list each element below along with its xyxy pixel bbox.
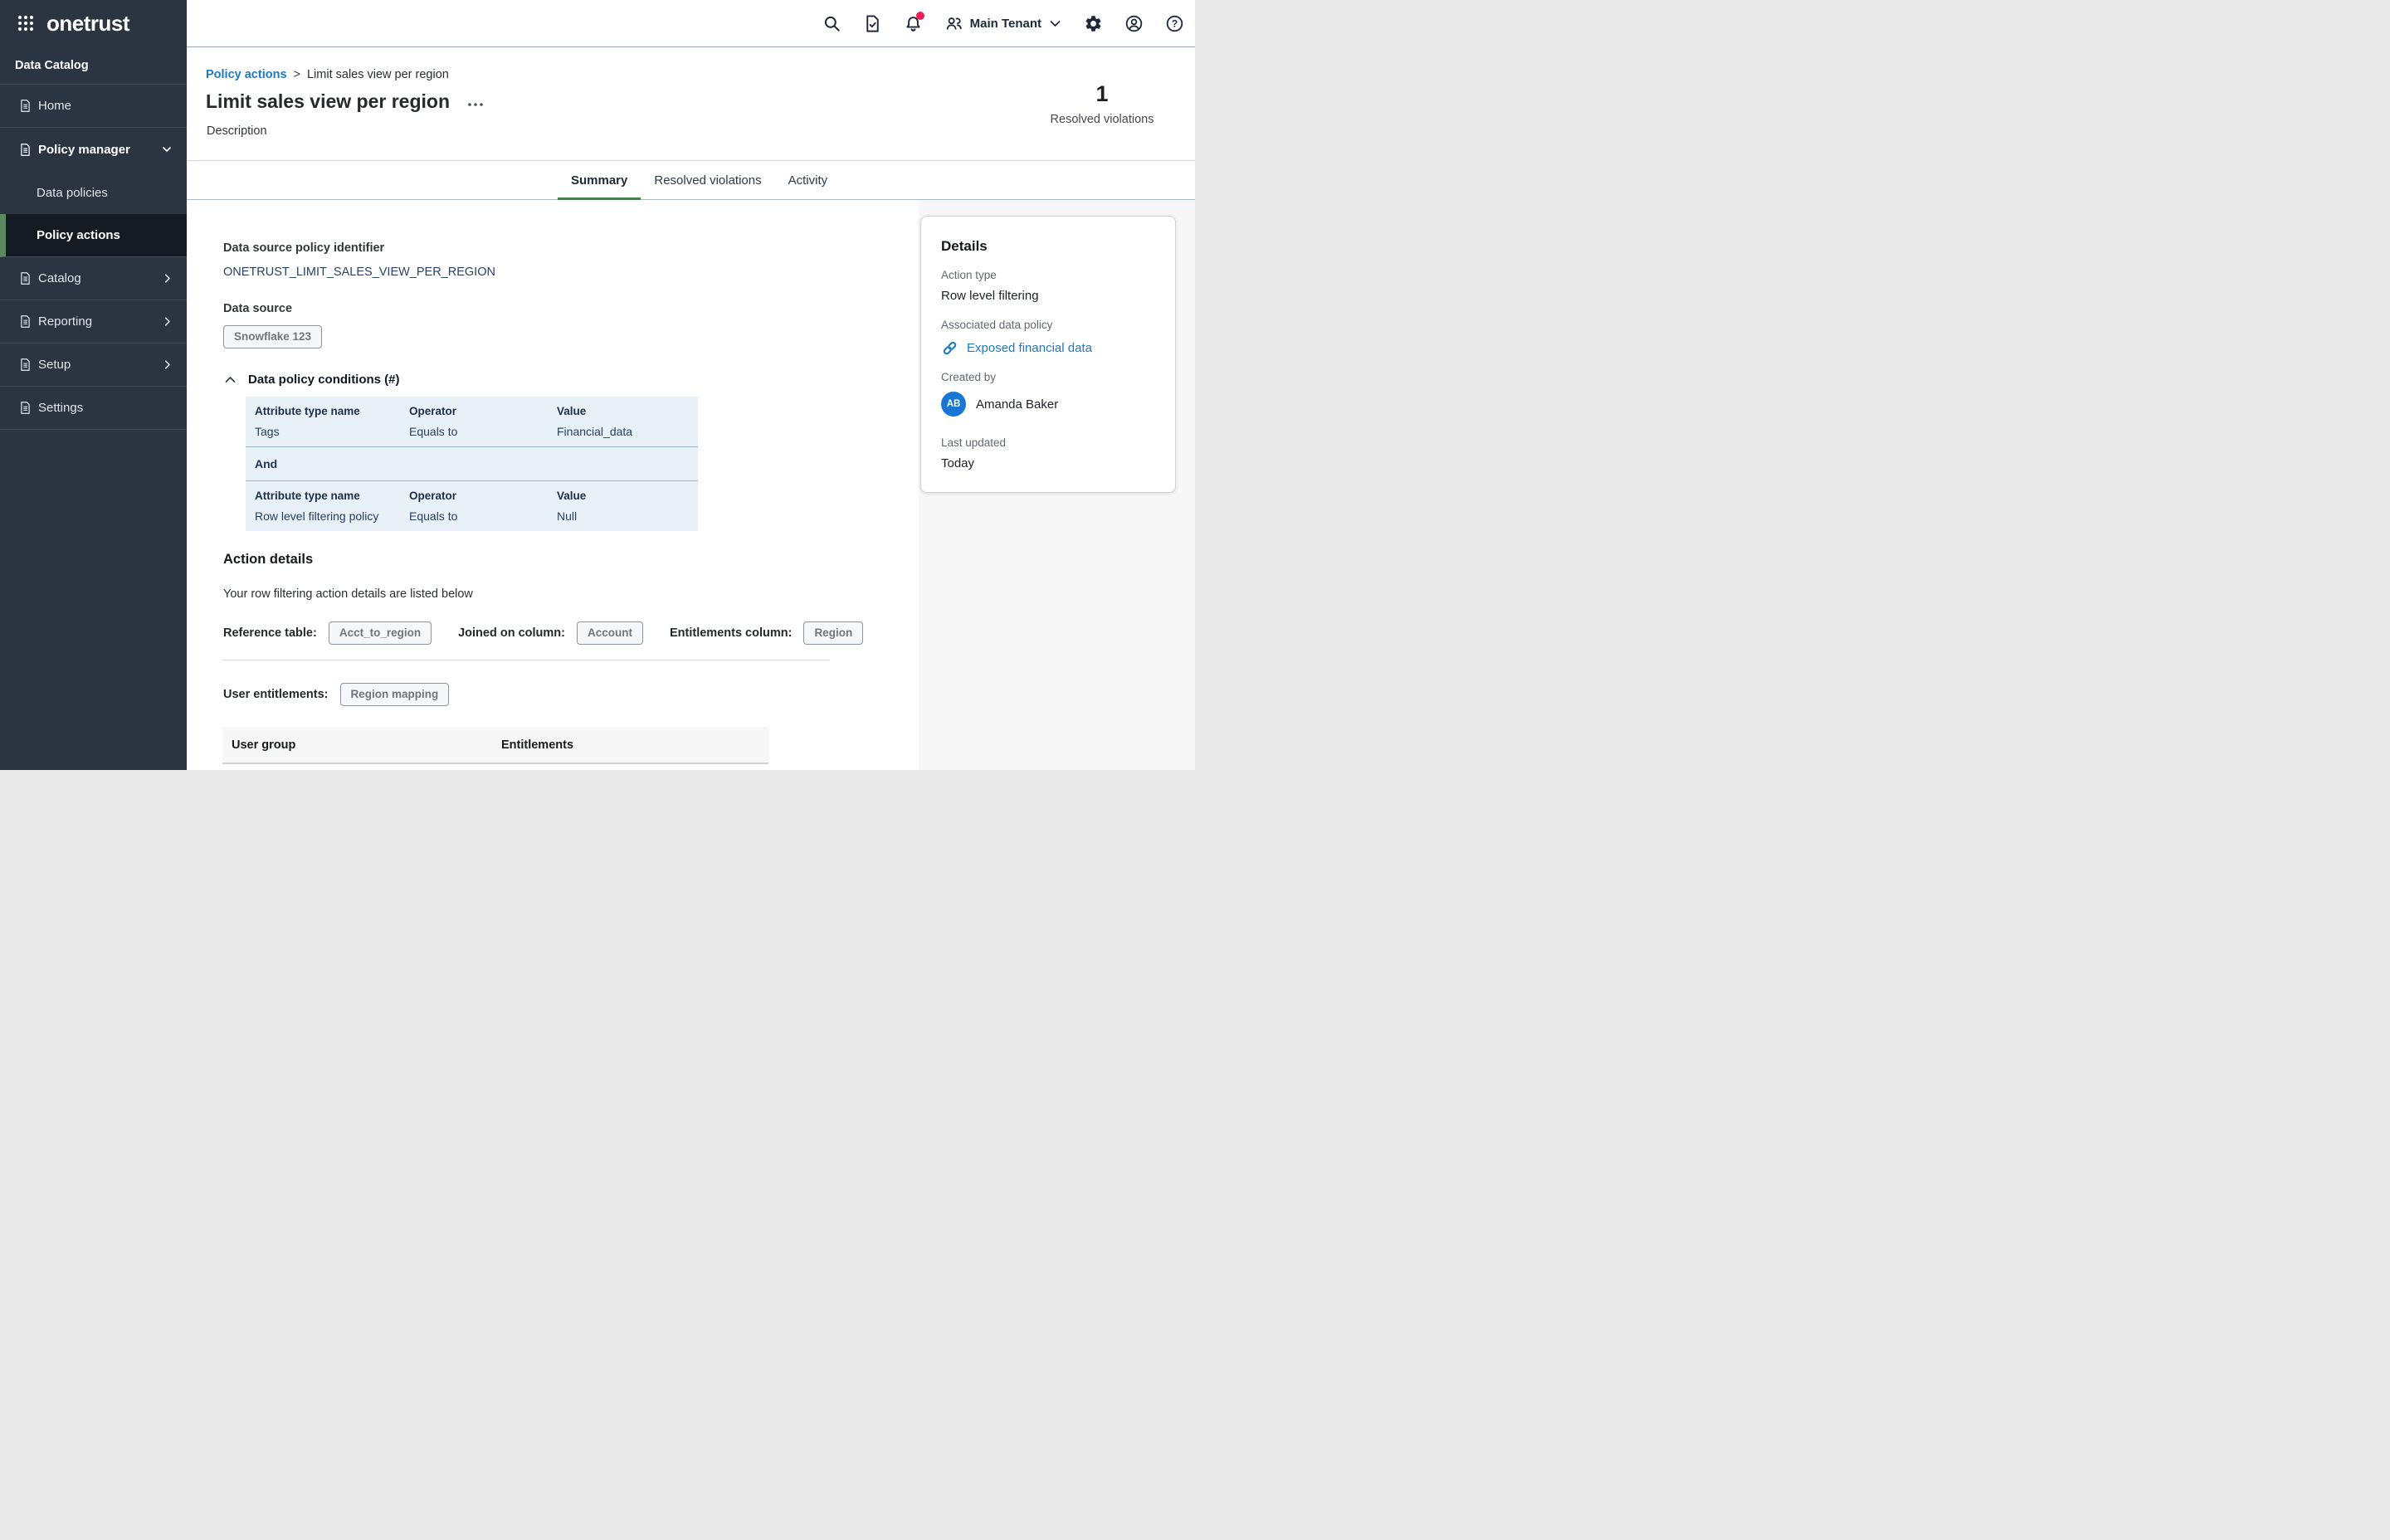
entitlements-column-header: Entitlements [501, 738, 768, 752]
tenant-label: Main Tenant [970, 17, 1041, 31]
sidebar-item-home[interactable]: Home [0, 85, 187, 128]
reference-table-label: Reference table: [223, 626, 317, 640]
chevron-right-icon [161, 272, 173, 285]
document-check-icon[interactable] [863, 14, 882, 33]
joined-on-column-label: Joined on column: [458, 626, 565, 640]
joined-on-column-chip: Account [577, 621, 643, 645]
last-updated-label: Last updated [941, 436, 1155, 451]
user-entitlements-chip: Region mapping [340, 683, 450, 706]
condition-row: Attribute type nameRow level filtering p… [246, 481, 698, 531]
conditions-collapse-icon[interactable] [223, 373, 237, 387]
summary-tab-content: Data source policy identifier ONETRUST_L… [187, 200, 919, 770]
chevron-right-icon [161, 358, 173, 371]
entitlements-column-label: Entitlements column: [670, 626, 792, 640]
description-label: Description [207, 124, 267, 138]
document-icon [18, 401, 32, 415]
condition-operator: Equals to [409, 423, 557, 440]
document-icon [18, 271, 32, 285]
chevron-down-icon [160, 143, 173, 156]
breadcrumb: Policy actions > Limit sales view per re… [206, 68, 449, 81]
onetrust-logo: onetrust [46, 11, 129, 37]
tab-bar: Summary Resolved violations Activity [187, 161, 1195, 200]
sidebar-item-policy-actions[interactable]: Policy actions [0, 214, 187, 257]
reference-table-chip: Acct_to_region [329, 621, 432, 645]
condition-conjunction: And [246, 447, 698, 480]
resolved-violations-count: 1 [1029, 80, 1175, 107]
users-icon [944, 14, 963, 33]
sidebar-item-policy-manager[interactable]: Policy manager [0, 128, 187, 171]
last-updated-value: Today [941, 456, 1155, 472]
created-by-label: Created by [941, 370, 1155, 385]
conditions-title: Data policy conditions (#) [248, 373, 400, 387]
entitlements-table-header: User group Entitlements [222, 727, 768, 764]
condition-value: Null [557, 508, 688, 524]
right-rail: Details Action type Row level filtering … [919, 200, 1195, 770]
app-window: onetrust Data Catalog Home Policy manage… [0, 0, 1195, 770]
sidebar-item-settings[interactable]: Settings [0, 387, 187, 430]
document-icon [18, 358, 32, 372]
condition-operator: Equals to [409, 508, 557, 524]
data-source-chip: Snowflake 123 [223, 325, 322, 348]
condition-attribute: Row level filtering policy [255, 508, 409, 524]
sidebar-item-data-policies[interactable]: Data policies [0, 171, 187, 214]
action-details-fields: Reference table: Acct_to_region Joined o… [223, 621, 919, 645]
product-title: Data Catalog [0, 46, 187, 85]
tab-summary[interactable]: Summary [558, 161, 641, 200]
breadcrumb-current: Limit sales view per region [307, 68, 449, 81]
sidebar-item-catalog[interactable]: Catalog [0, 257, 187, 300]
resolved-violations-summary: 1 Resolved violations [1029, 80, 1175, 126]
details-title: Details [941, 236, 1155, 256]
data-source-label: Data source [223, 300, 919, 317]
sidebar-item-setup[interactable]: Setup [0, 344, 187, 387]
identifier-label: Data source policy identifier [223, 240, 919, 256]
tab-activity[interactable]: Activity [775, 161, 841, 200]
title-more-menu-icon[interactable] [466, 96, 485, 108]
document-icon [18, 143, 32, 157]
topbar: Main Tenant ? [187, 0, 1195, 47]
tab-resolved-violations[interactable]: Resolved violations [641, 161, 774, 200]
search-icon[interactable] [822, 14, 841, 33]
app-launcher-grid-icon[interactable] [16, 13, 36, 33]
notifications-bell-icon[interactable] [904, 14, 923, 33]
condition-attribute: Tags [255, 423, 409, 440]
page-header: Policy actions > Limit sales view per re… [187, 47, 1195, 161]
account-icon[interactable] [1124, 14, 1144, 33]
conditions-table: Attribute type nameTags OperatorEquals t… [246, 397, 698, 531]
action-type-value: Row level filtering [941, 288, 1155, 305]
document-icon [18, 314, 32, 329]
identifier-value: ONETRUST_LIMIT_SALES_VIEW_PER_REGION [223, 264, 919, 280]
link-chain-icon [941, 339, 958, 357]
svg-text:?: ? [1172, 17, 1178, 29]
condition-value: Financial_data [557, 423, 688, 440]
settings-gear-icon[interactable] [1084, 14, 1103, 33]
help-icon[interactable]: ? [1165, 14, 1184, 33]
resolved-violations-label: Resolved violations [1029, 113, 1175, 126]
breadcrumb-separator: > [294, 68, 300, 81]
associated-policy-label: Associated data policy [941, 318, 1155, 333]
page-title: Limit sales view per region [206, 90, 450, 113]
sidebar-nav: Home Policy manager Data policies Policy… [0, 85, 187, 430]
condition-row: Attribute type nameTags OperatorEquals t… [246, 397, 698, 446]
user-entitlements-label: User entitlements: [223, 688, 329, 701]
document-icon [18, 99, 32, 113]
entitlements-column-chip: Region [803, 621, 863, 645]
created-by-name: Amanda Baker [976, 397, 1058, 412]
associated-policy-link[interactable]: Exposed financial data [967, 341, 1092, 355]
notification-dot [916, 12, 924, 20]
tenant-switcher[interactable]: Main Tenant [944, 14, 1062, 33]
sidebar: onetrust Data Catalog Home Policy manage… [0, 0, 187, 770]
breadcrumb-parent-link[interactable]: Policy actions [206, 68, 287, 81]
avatar: AB [941, 392, 966, 417]
user-group-column-header: User group [232, 738, 501, 752]
sidebar-item-reporting[interactable]: Reporting [0, 300, 187, 344]
action-details-title: Action details [223, 549, 919, 569]
chevron-down-icon [1048, 17, 1062, 31]
action-type-label: Action type [941, 268, 1155, 283]
brand-bar: onetrust [0, 0, 187, 46]
chevron-right-icon [161, 315, 173, 328]
details-panel: Details Action type Row level filtering … [920, 216, 1176, 493]
action-details-subtitle: Your row filtering action details are li… [223, 586, 919, 602]
